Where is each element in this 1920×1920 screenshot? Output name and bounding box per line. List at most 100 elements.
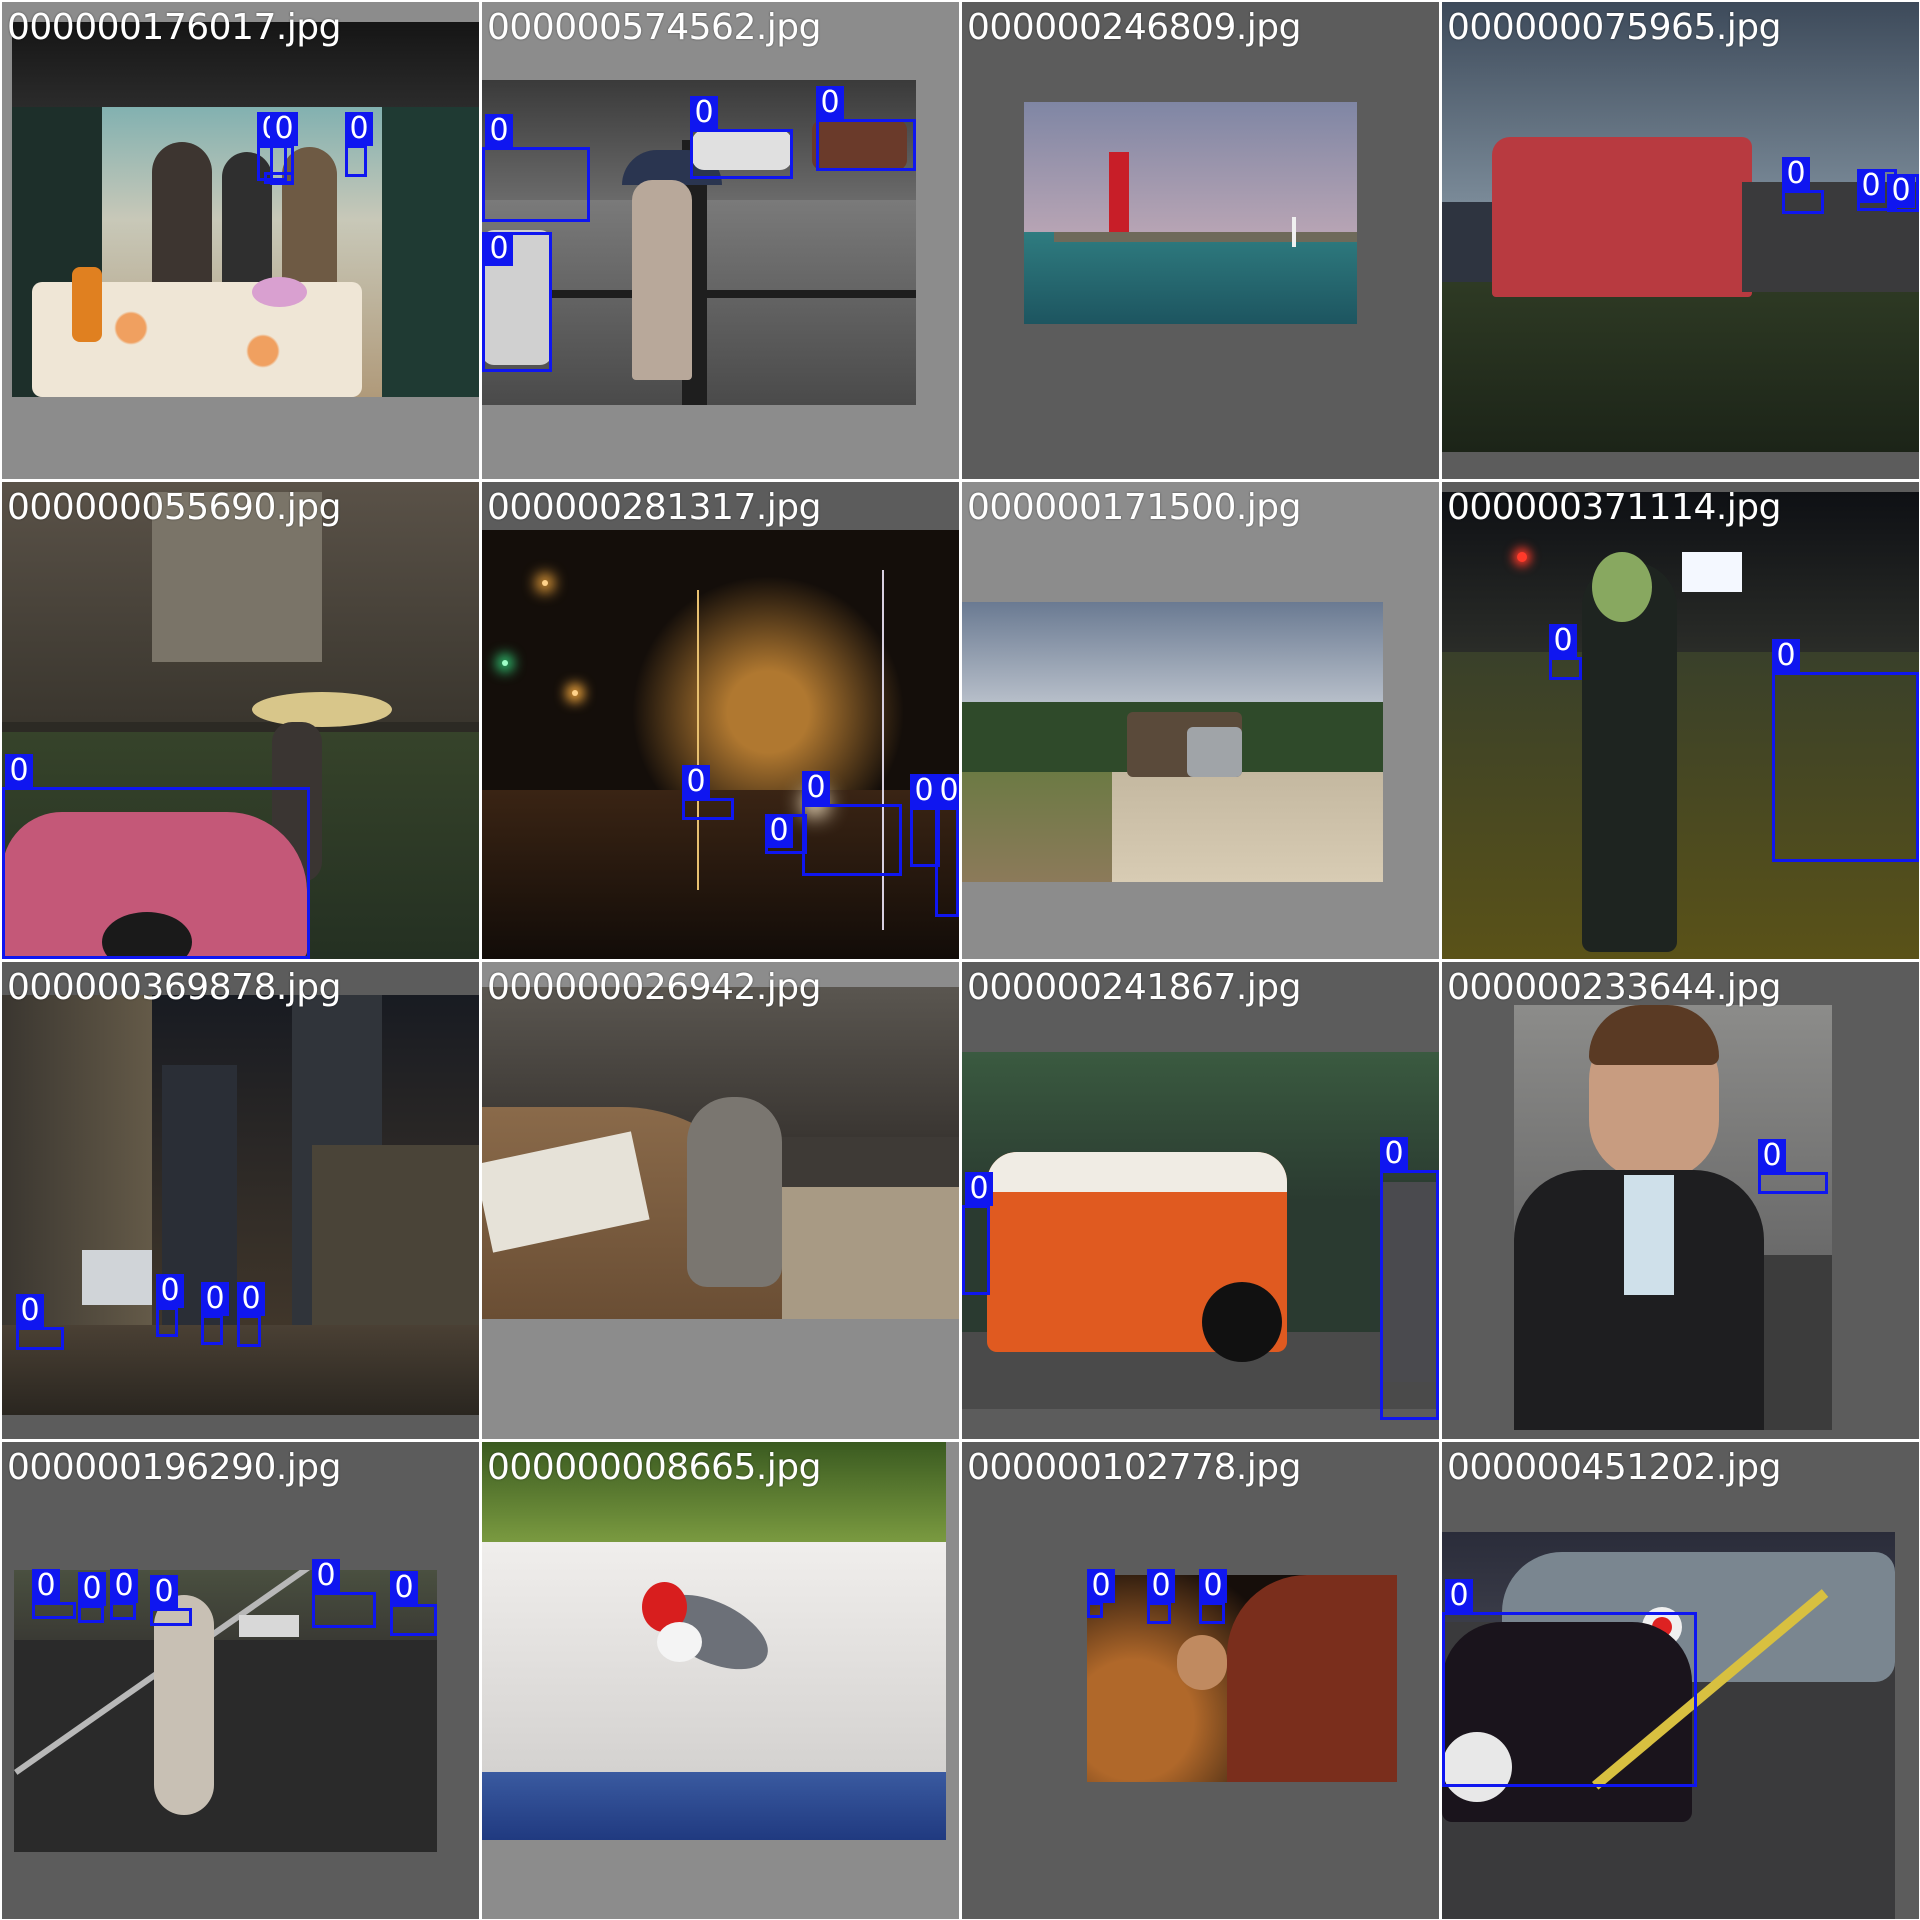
tile: 000000026942.jpg (482, 962, 959, 1439)
tile: 0 0 0 0 0 000000281317.jpg (482, 482, 959, 959)
tile-photo (2, 995, 479, 1415)
detection-box: 0 (690, 96, 793, 179)
tile-photo (1024, 102, 1357, 324)
box-label: 0 (345, 112, 373, 146)
detection-box: 0 (1549, 624, 1582, 680)
box-label: 0 (16, 1294, 44, 1328)
detection-box: 0 (1087, 1569, 1115, 1618)
tile-photo (482, 1442, 946, 1840)
box-label: 0 (1857, 169, 1885, 203)
tile-photo (12, 22, 479, 397)
box-label: 0 (1772, 639, 1800, 673)
box-label: 0 (802, 771, 830, 805)
box-label: 0 (1758, 1139, 1786, 1173)
tile-photo (1514, 1005, 1832, 1430)
tile-photo (962, 602, 1383, 882)
box-label: 0 (390, 1571, 418, 1605)
tile: 0 0 0 000000075965.jpg (1442, 2, 1919, 479)
tile: 0 0 0 0 000000574562.jpg (482, 2, 959, 479)
box-label: 0 (1782, 157, 1810, 191)
tile-filename: 000000369878.jpg (7, 967, 342, 1008)
box-label: 0 (485, 114, 513, 148)
detection-box: 0 (345, 112, 373, 177)
box-label: 0 (690, 96, 718, 130)
box-label: 0 (910, 774, 938, 808)
tile-filename: 000000102778.jpg (967, 1447, 1302, 1488)
detection-box: 0 (390, 1571, 437, 1636)
box-label: 0 (270, 112, 298, 146)
detection-box: 0 (816, 86, 916, 171)
tile: 0 000000451202.jpg (1442, 1442, 1919, 1919)
box-label: 0 (201, 1282, 229, 1316)
tile-photo (962, 1052, 1439, 1409)
detection-box: 0 (1772, 639, 1919, 862)
tile-photo (482, 530, 959, 959)
tile: 000000008665.jpg (482, 1442, 959, 1919)
mosaic-grid: 0 0 0 0 000000176017.jpg 0 0 0 0 0000005… (0, 0, 1920, 1920)
detection-box: 0 (482, 114, 590, 222)
detection-box: 0 (78, 1572, 106, 1623)
tile-photo (1442, 2, 1919, 452)
detection-box: 0 (1147, 1569, 1175, 1624)
detection-box: 0 (1380, 1137, 1439, 1420)
box-label: 0 (32, 1569, 60, 1603)
tile-filename: 000000451202.jpg (1447, 1447, 1782, 1488)
tile-filename: 000000075965.jpg (1447, 7, 1782, 48)
box-label: 0 (816, 86, 844, 120)
box-label: 0 (1445, 1579, 1473, 1613)
tile-filename: 000000281317.jpg (487, 487, 822, 528)
box-label: 0 (312, 1559, 340, 1593)
detection-box: 0 (1782, 157, 1824, 214)
tile-filename: 000000241867.jpg (967, 967, 1302, 1008)
box-label: 0 (1147, 1569, 1175, 1603)
box-label: 0 (150, 1575, 178, 1609)
tile: 0 0 0 000000102778.jpg (962, 1442, 1439, 1919)
detection-box: 0 (1199, 1569, 1227, 1624)
tile-filename: 000000171500.jpg (967, 487, 1302, 528)
detection-box: 0 (237, 1282, 265, 1347)
detection-box: 0 (802, 771, 902, 876)
detection-box: 0 (682, 765, 734, 820)
tile: 0 000000233644.jpg (1442, 962, 1919, 1439)
tile: 000000246809.jpg (962, 2, 1439, 479)
box-label: 0 (5, 754, 33, 788)
tile-filename: 000000371114.jpg (1447, 487, 1782, 528)
detection-box: 0 (16, 1294, 64, 1350)
box-label: 0 (237, 1282, 265, 1316)
box-label: 0 (1549, 624, 1577, 658)
tile-filename: 000000008665.jpg (487, 1447, 822, 1488)
box-label: 0 (682, 765, 710, 799)
detection-box: 0 (482, 232, 552, 372)
tile: 0 0 0 0 0 0 000000196290.jpg (2, 1442, 479, 1919)
detection-box: 0 (32, 1569, 76, 1619)
tile-filename: 000000196290.jpg (7, 1447, 342, 1488)
detection-box: 0 (1442, 1579, 1697, 1787)
detection-box: 0 (935, 774, 959, 917)
detection-box: 0 (312, 1559, 376, 1628)
detection-box: 0 (264, 172, 294, 184)
tile-photo (1087, 1575, 1397, 1782)
box-label: 0 (1887, 174, 1915, 208)
detection-box: 0 (156, 1274, 184, 1337)
tile: 000000171500.jpg (962, 482, 1439, 959)
box-label: 0 (485, 232, 513, 266)
tile-filename: 000000246809.jpg (967, 7, 1302, 48)
detection-box: 0 (201, 1282, 229, 1345)
box-label: 0 (1199, 1569, 1227, 1603)
detection-box: 0 (150, 1575, 192, 1626)
box-label: 0 (156, 1274, 184, 1308)
tile: 0 000000055690.jpg (2, 482, 479, 959)
box-label: 0 (1087, 1569, 1115, 1603)
tile-filename: 000000176017.jpg (7, 7, 342, 48)
tile-filename: 000000574562.jpg (487, 7, 822, 48)
detection-box: 0 (1758, 1139, 1828, 1194)
tile: 0 0 0 0 000000176017.jpg (2, 2, 479, 479)
detection-box: 0 (2, 754, 310, 959)
tile-filename: 000000026942.jpg (487, 967, 822, 1008)
tile: 0 0 0 0 000000369878.jpg (2, 962, 479, 1439)
detection-box: 0 (1887, 174, 1919, 212)
box-label: 0 (765, 814, 793, 848)
tile-filename: 000000233644.jpg (1447, 967, 1782, 1008)
detection-box: 0 (962, 1172, 993, 1295)
detection-box: 0 (765, 814, 807, 854)
